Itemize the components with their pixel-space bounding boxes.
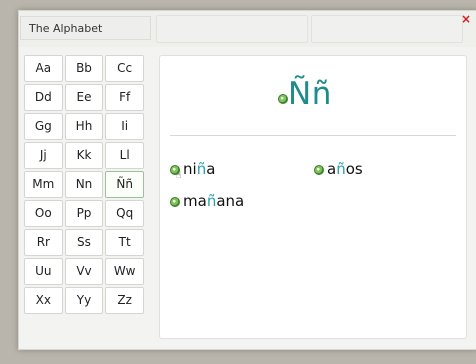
letter-button[interactable]: Qq [105,200,144,227]
letter-button[interactable]: Ff [105,84,144,111]
letter-button[interactable]: Tt [105,229,144,256]
word-text: a [206,160,216,178]
word-highlight: ñ [196,160,207,178]
word-highlight: ñ [336,160,346,178]
word-item[interactable]: años [314,160,363,178]
letter-button[interactable]: Hh [64,113,104,140]
letter-button[interactable]: Yy [64,287,104,314]
word-text: os [345,160,363,178]
letter-button[interactable]: Ee [64,84,104,111]
letter-button[interactable]: Kk [64,142,104,169]
word-text: ni [183,160,197,178]
letter-detail-panel: Ññ niña ☝ años mañana [159,55,467,339]
letter-button[interactable]: Cc [105,55,144,82]
letter-button[interactable]: Dd [24,84,63,111]
letter-button[interactable]: Uu [24,258,63,285]
header-tab-placeholder [311,15,463,43]
letter-button[interactable]: Ll [105,142,144,169]
letter-button[interactable]: Bb [64,55,104,82]
letter-button[interactable]: Vv [64,258,104,285]
letter-button[interactable]: Oo [24,200,63,227]
word-text: ana [216,192,245,210]
sound-icon[interactable] [314,164,324,175]
letter-button[interactable]: Aa [24,55,63,82]
word-text: a [327,160,337,178]
sound-icon[interactable] [170,196,180,207]
letter-button[interactable]: Jj [24,142,63,169]
header-tab-placeholder [156,15,308,43]
word-highlight: ñ [206,192,217,210]
hand-cursor-icon: ☝ [176,171,182,181]
sound-icon[interactable] [278,94,288,104]
letter-button[interactable]: Xx [24,287,63,314]
letter-button[interactable]: Ii [105,113,144,140]
word-item[interactable]: niña ☝ [170,160,216,181]
divider [170,135,456,136]
letter-button[interactable]: Rr [24,229,63,256]
word-text: ma [183,192,207,210]
letter-button[interactable]: Ññ [105,171,144,198]
letter-grid: Aa Bb Cc Dd Ee Ff Gg Hh Ii Jj Kk Ll Mm Nn Ññ Oo Pp Qq Rr Ss… [24,55,144,314]
letter-button[interactable]: Mm [24,171,63,198]
window-title: The Alphabet [20,16,151,40]
word-item[interactable]: mañana [170,192,244,210]
alphabet-window: The Alphabet × Aa Bb Cc Dd Ee Ff Gg Hh Ii Jj Kk Ll M… [18,10,476,350]
close-icon[interactable]: × [461,12,471,26]
letter-button[interactable]: Ss [64,229,104,256]
letter-button[interactable]: Pp [64,200,104,227]
window-header: The Alphabet × [19,11,476,47]
letter-button[interactable]: Ww [105,258,144,285]
letter-button[interactable]: Gg [24,113,63,140]
letter-button[interactable]: Zz [105,287,144,314]
letter-button[interactable]: Nn [64,171,104,198]
selected-letter: Ññ [288,76,332,112]
